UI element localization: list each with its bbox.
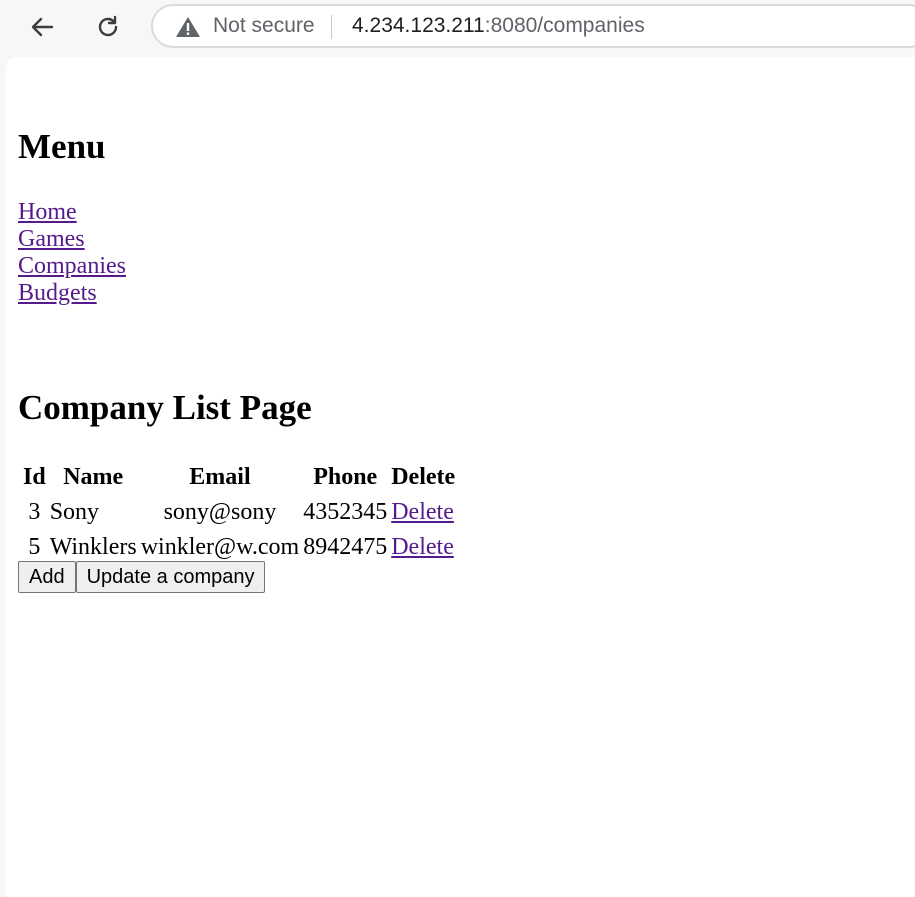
column-header-name: Name [63, 463, 124, 490]
column-header-delete: Delete [391, 463, 456, 490]
cell-delete: Delete [390, 530, 456, 563]
cell-id: 3 [28, 498, 41, 525]
delete-link[interactable]: Delete [391, 534, 454, 560]
column-header-phone: Phone [313, 463, 378, 490]
cell-email: winkler@w.com [140, 533, 300, 560]
menu-link-home[interactable]: Home [18, 199, 126, 226]
delete-link[interactable]: Delete [391, 499, 454, 525]
update-company-button[interactable]: Update a company [75, 561, 266, 593]
page-content: Menu Home Games Companies Budgets Compan… [6, 57, 915, 897]
cell-name: Winklers [49, 533, 137, 560]
menu-links: Home Games Companies Budgets [18, 199, 126, 307]
menu-heading: Menu [18, 127, 106, 166]
url-text[interactable]: 4.234.123.211:8080/companies [352, 14, 645, 38]
menu-link-budgets[interactable]: Budgets [18, 280, 126, 307]
cell-email: sony@sony [163, 498, 277, 525]
menu-link-games[interactable]: Games [18, 226, 126, 253]
browser-toolbar: Not secure 4.234.123.211:8080/companies [0, 0, 915, 56]
url-host: 4.234.123.211 [352, 14, 485, 37]
action-buttons: Add Update a company [18, 561, 266, 593]
table-row: 3 Sony sony@sony 4352345 Delete [22, 495, 456, 528]
cell-id: 5 [28, 533, 41, 560]
cell-phone: 4352345 [303, 498, 388, 525]
table-header-row: Id Name Email Phone Delete [22, 460, 456, 493]
address-separator [331, 15, 332, 39]
back-arrow-icon [31, 17, 54, 37]
table-row: 5 Winklers winkler@w.com 8942475 Delete [22, 530, 456, 563]
column-header-email: Email [189, 463, 251, 490]
cell-name: Sony [49, 498, 100, 525]
back-button[interactable] [23, 8, 61, 46]
url-path: :8080/companies [484, 14, 645, 37]
company-table: Id Name Email Phone Delete 3 Sony sony@s… [20, 458, 458, 565]
add-button[interactable]: Add [18, 561, 76, 593]
menu-link-companies[interactable]: Companies [18, 253, 126, 280]
security-status-label[interactable]: Not secure [213, 14, 315, 38]
cell-delete: Delete [390, 495, 456, 528]
column-header-id: Id [23, 463, 46, 490]
cell-phone: 8942475 [303, 533, 388, 560]
reload-button[interactable] [89, 8, 127, 46]
reload-icon [98, 15, 118, 37]
warning-icon[interactable] [175, 16, 201, 38]
company-list-heading: Company List Page [18, 388, 312, 427]
